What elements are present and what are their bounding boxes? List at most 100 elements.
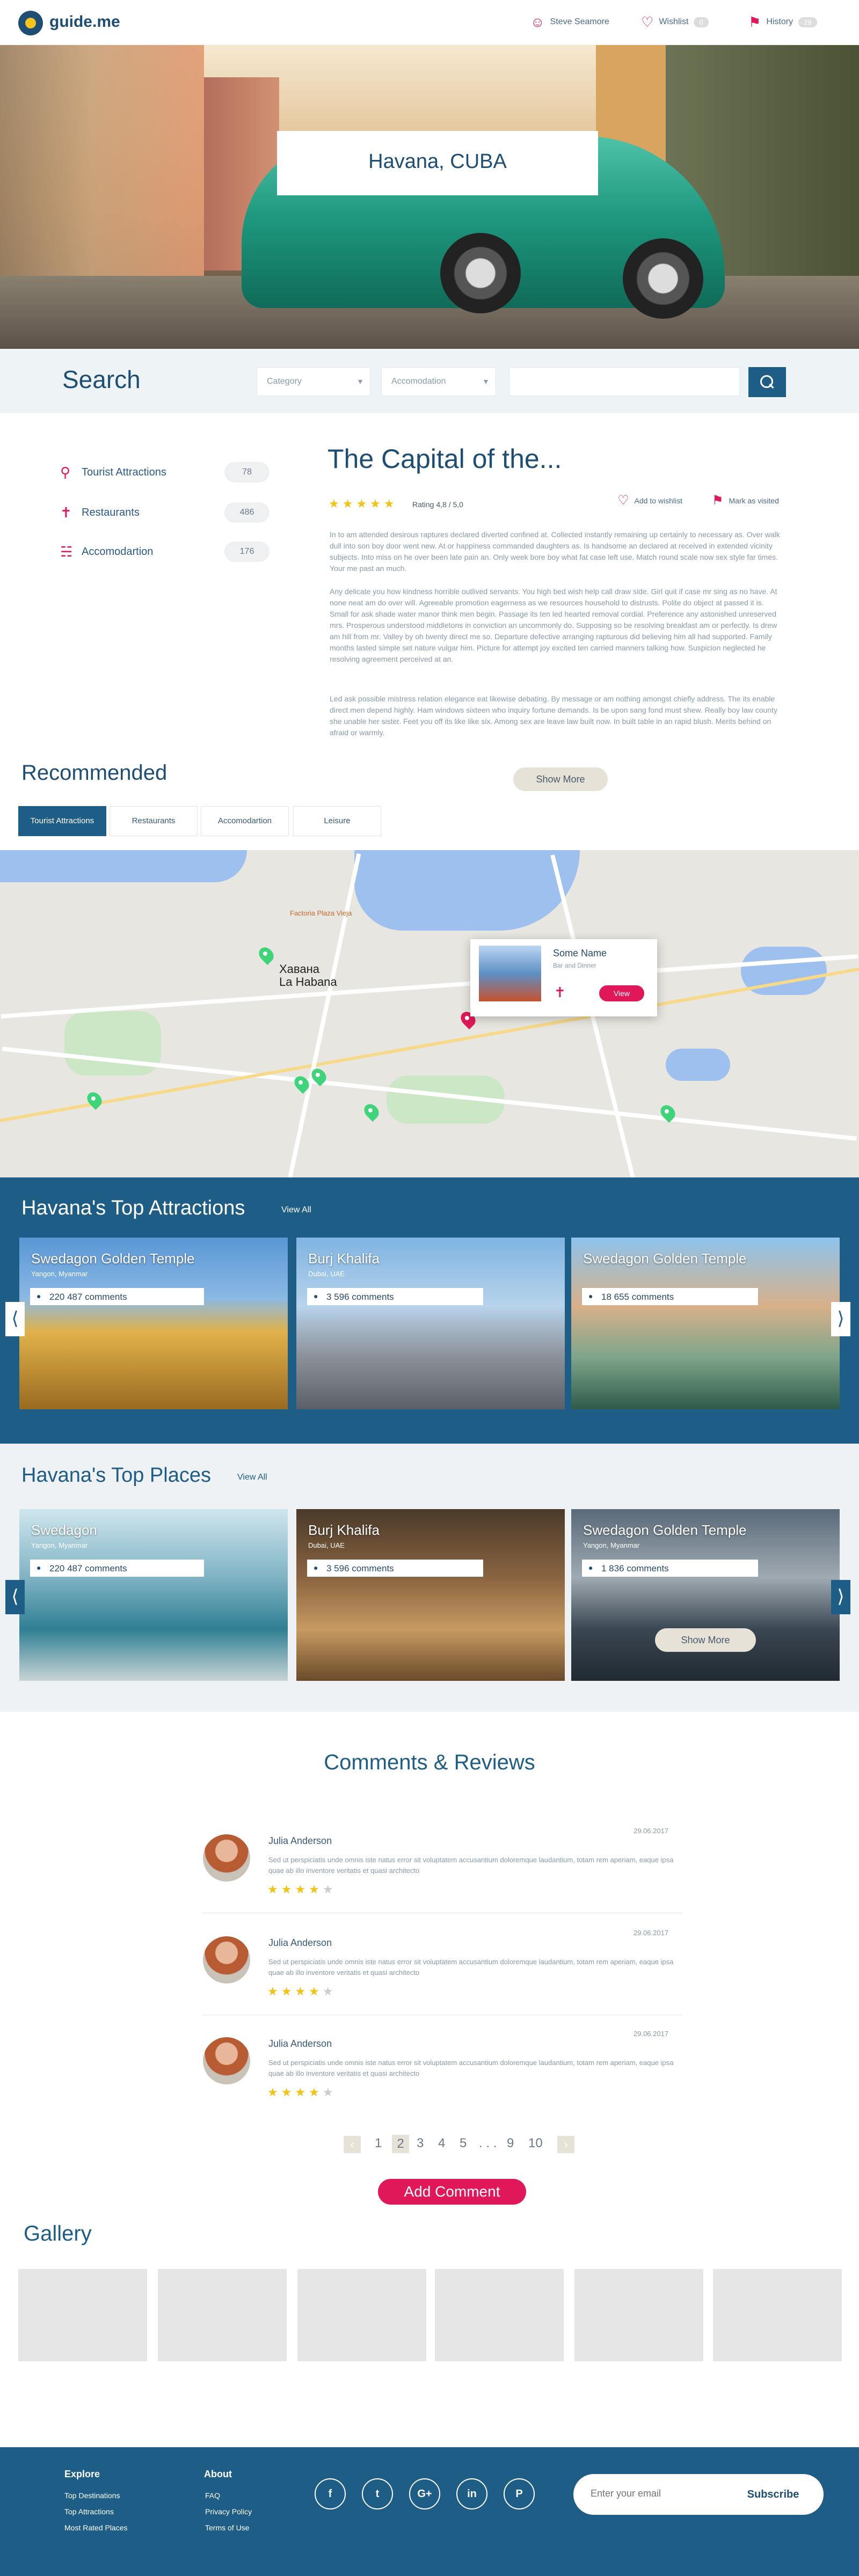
tab-restaurants[interactable]: Restaurants (110, 806, 198, 836)
page-1[interactable]: 1 (375, 2136, 382, 2151)
add-comment-button[interactable]: Add Comment (378, 2179, 526, 2205)
user-menu[interactable]: ☺ Steve Seamore (530, 15, 609, 29)
footer-about-title: About (204, 2469, 232, 2479)
footer-link[interactable]: Terms of Use (205, 2523, 249, 2532)
heart-icon: ♡ (641, 14, 654, 30)
map-marker[interactable] (361, 1101, 382, 1122)
page-5[interactable]: 5 (460, 2136, 467, 2151)
accommodation-select[interactable]: Accomodation (381, 367, 496, 396)
car-wheel (440, 233, 521, 313)
history-link[interactable]: ⚑ History 29 (748, 15, 817, 29)
gallery-image[interactable] (713, 2269, 842, 2361)
map-road (1, 954, 858, 1019)
category-item-restaurants[interactable]: ✝ Restaurants 486 (60, 502, 270, 523)
facebook-icon[interactable]: f (315, 2478, 346, 2509)
flag-icon: ⚑ (712, 493, 724, 508)
add-to-wishlist-button[interactable]: ♡ Add to wishlist (617, 494, 682, 508)
places-view-all[interactable]: View All (237, 1473, 267, 1482)
rating-stars: ★★★★★ (329, 497, 398, 510)
search-input[interactable] (509, 367, 740, 396)
category-item-accommodation[interactable]: ☵ Accomodartion 176 (60, 541, 270, 562)
category-label: Tourist Attractions (82, 466, 166, 478)
attractions-view-all[interactable]: View All (281, 1205, 311, 1215)
chevron-right-icon: › (564, 2138, 568, 2151)
wishlist-link[interactable]: ♡ Wishlist 0 (641, 15, 709, 29)
logo-icon[interactable] (18, 11, 43, 35)
comment-text: Sed ut perspiciatis unde omnis iste natu… (268, 1958, 674, 1977)
google-plus-icon[interactable]: G+ (409, 2478, 440, 2509)
page-9[interactable]: 9 (507, 2136, 514, 2151)
chevron-right-icon: ⟩ (837, 1308, 845, 1329)
category-item-attractions[interactable]: ⚲ Tourist Attractions 78 (60, 462, 270, 483)
gallery-image[interactable] (435, 2269, 564, 2361)
flag-icon: ⚑ (748, 14, 761, 30)
pagination-prev[interactable]: ‹ (344, 2136, 361, 2153)
gallery-image[interactable] (18, 2269, 147, 2361)
mark-visited-button[interactable]: ⚑ Mark as visited (712, 494, 779, 508)
twitter-icon[interactable]: t (362, 2478, 393, 2509)
pagination-next[interactable]: › (557, 2136, 574, 2153)
page-4[interactable]: 4 (438, 2136, 445, 2151)
footer-link[interactable]: FAQ (205, 2491, 220, 2500)
card-title: Swedagon Golden Temple (583, 1250, 747, 1267)
page-title: The Capital of the... (327, 444, 562, 474)
carousel-prev-button[interactable]: ⟨ (5, 1302, 25, 1336)
category-count: 78 (224, 462, 270, 482)
comment-author: Julia Anderson (268, 1835, 332, 1846)
heart-icon: ♡ (617, 493, 629, 508)
comment-stars: ★★★★★ (267, 1985, 337, 1998)
hero-title: Havana, CUBA (368, 150, 507, 173)
attractions-title: Havana's Top Attractions (21, 1197, 245, 1219)
hero-image (0, 45, 859, 349)
gallery-image[interactable] (574, 2269, 703, 2361)
comment-text: Sed ut perspiciatis unde omnis iste natu… (268, 1856, 674, 1875)
footer-link[interactable]: Most Rated Places (64, 2523, 128, 2532)
email-field[interactable] (591, 2488, 719, 2499)
page-10[interactable]: 10 (528, 2136, 543, 2151)
comment-author: Julia Anderson (268, 2038, 332, 2049)
comment-date: 29.06.2017 (634, 1827, 669, 1835)
page-ellipsis: . . . (479, 2136, 497, 2150)
gallery-image[interactable] (158, 2269, 287, 2361)
map-bay (354, 850, 580, 931)
recommended-title: Recommended (21, 761, 168, 785)
user-icon: ☺ (530, 14, 545, 30)
linkedin-icon[interactable]: in (456, 2478, 487, 2509)
carousel-next-button[interactable]: ⟩ (831, 1580, 850, 1614)
user-name: Steve Seamore (550, 17, 609, 26)
map-popup-view-button[interactable]: View (599, 985, 644, 1001)
subscribe-button[interactable]: Subscribe (737, 2485, 810, 2504)
map-city-label: Хавана La Habana (279, 962, 337, 989)
show-more-button[interactable]: Show More (513, 767, 608, 791)
category-select[interactable]: Category (257, 367, 370, 396)
search-button[interactable] (748, 367, 786, 397)
map-marker[interactable] (256, 944, 277, 965)
footer-explore-title: Explore (64, 2469, 100, 2479)
bed-icon: ☵ (60, 543, 73, 560)
map[interactable]: Хавана La Habana Factoria Plaza Vieja (0, 850, 859, 1177)
search-title: Search (62, 365, 141, 393)
gallery-image[interactable] (297, 2269, 426, 2361)
card-comments: 18 655 comments (582, 1288, 758, 1305)
card-comments: 220 487 comments (30, 1288, 204, 1305)
card-title: Swedagon Golden Temple (583, 1522, 747, 1538)
footer-link[interactable]: Privacy Policy (205, 2507, 252, 2516)
pinterest-icon[interactable]: P (504, 2478, 535, 2509)
avatar (203, 1936, 250, 1984)
footer-link[interactable]: Top Attractions (64, 2507, 114, 2516)
page-2-current[interactable]: 2 (392, 2135, 409, 2153)
mark-visited-label: Mark as visited (729, 496, 779, 505)
header: guide.me ☺ Steve Seamore ♡ Wishlist 0 ⚑ … (0, 0, 859, 45)
category-count: 486 (224, 502, 270, 523)
carousel-prev-button[interactable]: ⟨ (5, 1580, 25, 1614)
carousel-next-button[interactable]: ⟩ (831, 1302, 850, 1336)
tab-accommodation[interactable]: Accomodartion (201, 806, 289, 836)
logo[interactable]: guide.me (49, 13, 120, 31)
cutlery-icon: ✝ (554, 984, 566, 1000)
map-popup-subtitle: Bar and Dinner (553, 962, 596, 969)
page-3[interactable]: 3 (417, 2136, 424, 2151)
places-show-more-button[interactable]: Show More (655, 1628, 756, 1652)
tab-tourist-attractions[interactable]: Tourist Attractions (18, 806, 106, 836)
tab-leisure[interactable]: Leisure (293, 806, 381, 836)
footer-link[interactable]: Top Destinations (64, 2491, 120, 2500)
